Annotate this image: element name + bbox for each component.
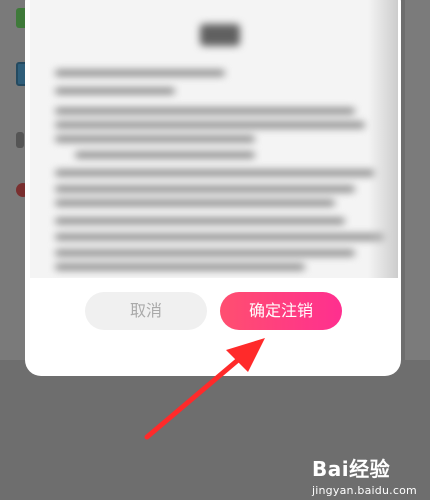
cancel-button[interactable]: 取消 [85, 292, 207, 330]
agreement-document[interactable] [30, 0, 398, 278]
background-left-strip [0, 0, 26, 360]
confirm-cancellation-button[interactable]: 确定注销 [220, 292, 342, 330]
doc-line [55, 218, 345, 224]
blurred-document-text [30, 0, 398, 278]
doc-line [55, 108, 355, 114]
doc-line [55, 200, 335, 206]
doc-line [55, 88, 175, 94]
document-scroll-shadow [368, 0, 398, 278]
doc-line [55, 250, 355, 256]
doc-line [55, 264, 305, 270]
background-icon [16, 132, 24, 148]
document-title-blurred [200, 24, 240, 46]
watermark-brand: Bai经验 [312, 457, 391, 481]
watermark-url: jingyan.baidu.com [312, 484, 417, 497]
doc-line [55, 186, 355, 192]
doc-line [55, 234, 385, 240]
doc-line [55, 70, 225, 76]
doc-line [55, 136, 255, 142]
account-cancellation-dialog: 取消 确定注销 [25, 0, 401, 376]
background-right-strip [405, 0, 430, 360]
baidu-jingyan-watermark: Bai经验 jingyan.baidu.com [312, 453, 417, 497]
doc-line [75, 152, 255, 158]
doc-line [55, 170, 375, 176]
doc-line [55, 122, 365, 128]
